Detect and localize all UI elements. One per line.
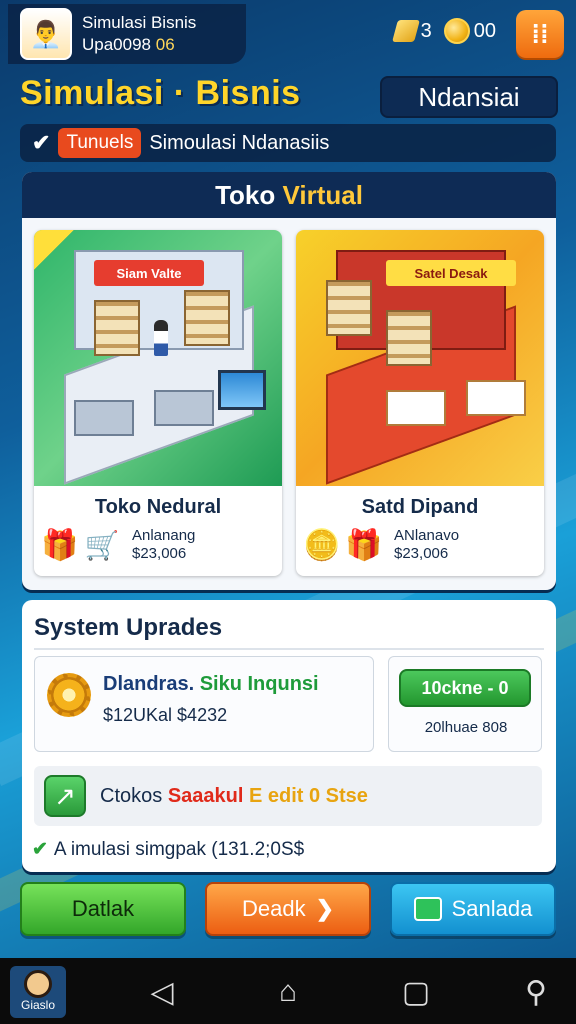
currency-stats: 3 00 <box>391 18 496 44</box>
divider <box>34 648 544 650</box>
system-navigation-bar: Giaslo ◁ ⌂ ▢ ⚲ <box>0 958 576 1024</box>
upgrade-name-accent: Siku Inqunsi <box>199 673 319 695</box>
store-card-toko-nedural[interactable]: Siam Valte Toko Nedural 🎁 🛒 Anlanang $23… <box>34 230 282 576</box>
top-bar: 👨‍💼 Simulasi Bisnis Upa0098 06 3 00 ⁞⁞ <box>0 0 576 70</box>
system-upgrades-panel: System Uprades Dlandras. Siku Inqunsi $1… <box>22 600 556 872</box>
display-screen <box>218 370 266 410</box>
store-info: 🎁 🛒 Anlanang $23,006 <box>41 527 282 563</box>
gem-counter[interactable]: 3 <box>391 19 432 43</box>
coin-count: 00 <box>473 19 496 42</box>
promo-hot: Saaakul <box>167 784 249 807</box>
store-meta-label: ANlanavo <box>394 527 460 544</box>
counter <box>154 390 214 426</box>
datlak-button[interactable]: Datlak <box>20 882 186 936</box>
shop-title-accent: Virtual <box>282 180 363 210</box>
gem-icon <box>391 20 420 42</box>
player-subline-a: Upa0098 <box>82 35 152 54</box>
store-card-satd-dipand[interactable]: Satel Desak Satd Dipand 🪙 🎁 ANlanavo $23… <box>296 230 544 576</box>
home-icon[interactable]: ⌂ <box>268 972 308 1012</box>
trend-chart-icon: ↗ <box>44 775 86 817</box>
gear-icon <box>47 673 91 717</box>
store-sign: Satel Desak <box>386 260 516 286</box>
shop-title: Toko <box>215 180 283 210</box>
store-meta-value: $23,006 <box>394 545 449 562</box>
store-name: Satd Dipand <box>361 496 479 518</box>
store-name: Toko Nedural <box>94 496 222 518</box>
counter <box>386 390 446 426</box>
deadk-button[interactable]: Deadk ❯ <box>205 882 371 936</box>
nav-avatar[interactable]: Giaslo <box>10 966 66 1018</box>
unlock-panel: 10ckne - 0 20lhuae 808 <box>388 656 542 752</box>
upgrade-name: Dlandras. Siku Inqunsi <box>103 673 319 696</box>
tools-icon[interactable]: ⚲ <box>516 972 556 1012</box>
gift-box-icon: 🎁 <box>41 528 79 562</box>
store-meta-value: $23,006 <box>132 545 187 562</box>
coin-icon <box>443 18 470 44</box>
counter <box>466 380 526 416</box>
tutorial-bar[interactable]: ✔ Tunuels Simoulasi Ndanasiis <box>20 124 556 162</box>
avatar[interactable]: 👨‍💼 <box>20 8 72 60</box>
shelf <box>326 280 372 336</box>
back-icon[interactable]: ◁ <box>142 972 182 1012</box>
shelf <box>94 300 140 356</box>
shelf <box>184 290 230 346</box>
counter <box>74 400 134 436</box>
promo-prefix: Ctokos <box>100 784 168 807</box>
upgrades-title: System Uprades <box>34 614 223 641</box>
tutorial-text: Simoulasi Ndanasiis <box>149 131 330 154</box>
profile-info: Simulasi Bisnis Upa0098 06 <box>82 12 196 56</box>
avatar-face-icon <box>24 970 52 998</box>
datlak-label: Datlak <box>71 896 135 921</box>
chevron-right-icon: ❯ <box>315 896 335 921</box>
promo-row[interactable]: ↗ Ctokos Saaakul E edit 0 Stse <box>34 766 542 826</box>
menu-button[interactable]: ⁞⁞ <box>516 10 564 58</box>
promo-text: Ctokos Saaakul E edit 0 Stse <box>100 785 368 808</box>
nav-avatar-label: Giaslo <box>20 998 55 1012</box>
check-icon: ✔ <box>32 130 51 155</box>
unlock-note: 20lhuae 808 <box>424 719 508 736</box>
inbox-icon <box>413 897 442 921</box>
store-sign: Siam Valte <box>94 260 204 286</box>
simulation-status: ✔ A imulasi simgpak (131.2;0S$ <box>32 838 304 861</box>
menu-icon: ⁞⁞ <box>531 18 549 49</box>
new-ribbon <box>34 230 74 270</box>
tutorial-badge[interactable]: Tunuels <box>58 128 142 158</box>
simulation-status-text: A imulasi simgpak (131.2;0S$ <box>53 838 305 860</box>
deadk-label: Deadk <box>241 896 306 921</box>
upgrade-cost: $12UKal $4232 <box>103 705 228 725</box>
player-name: Simulasi Bisnis <box>82 13 197 32</box>
shopping-cart-icon: 🛒 <box>84 529 120 561</box>
player-profile[interactable]: 👨‍💼 Simulasi Bisnis Upa0098 06 <box>8 4 246 64</box>
region-selector[interactable]: Ndansiai <box>380 76 558 118</box>
gift-box-icon: 🎁 <box>345 528 383 562</box>
shopkeeper <box>154 320 168 356</box>
sanlada-label: Sanlada <box>451 896 533 921</box>
store-illustration: Satel Desak <box>296 230 544 486</box>
virtual-shop-panel: Toko Virtual Siam Valte Toko Nedural 🎁 🛒… <box>22 172 556 590</box>
promo-gold: E edit 0 Stse <box>248 784 368 807</box>
store-info: 🪙 🎁 ANlanavo $23,006 <box>303 527 544 563</box>
store-meta: ANlanavo $23,006 <box>394 527 459 563</box>
sanlada-button[interactable]: Sanlada <box>390 882 556 936</box>
coin-stack-icon: 🪙 <box>303 528 341 562</box>
store-meta-label: Anlanang <box>132 527 196 544</box>
check-icon: ✔ <box>32 839 48 860</box>
shop-header: Toko Virtual <box>22 172 556 218</box>
store-meta: Anlanang $23,006 <box>132 527 195 563</box>
gem-count: 3 <box>420 19 432 42</box>
shelf <box>386 310 432 366</box>
game-title: Simulasi · Bisnis <box>20 74 301 112</box>
unlock-button[interactable]: 10ckne - 0 <box>399 669 531 707</box>
player-subline-b: 06 <box>155 35 175 54</box>
store-illustration: Siam Valte <box>34 230 282 486</box>
upgrade-name-main: Dlandras. <box>103 673 200 695</box>
recent-apps-icon[interactable]: ▢ <box>396 972 436 1012</box>
player-subline: Upa0098 06 <box>82 34 196 56</box>
coin-counter[interactable]: 00 <box>443 18 496 44</box>
title-row: Simulasi · Bisnis Ndansiai <box>18 72 558 122</box>
upgrade-item[interactable]: Dlandras. Siku Inqunsi $12UKal $4232 <box>34 656 374 752</box>
